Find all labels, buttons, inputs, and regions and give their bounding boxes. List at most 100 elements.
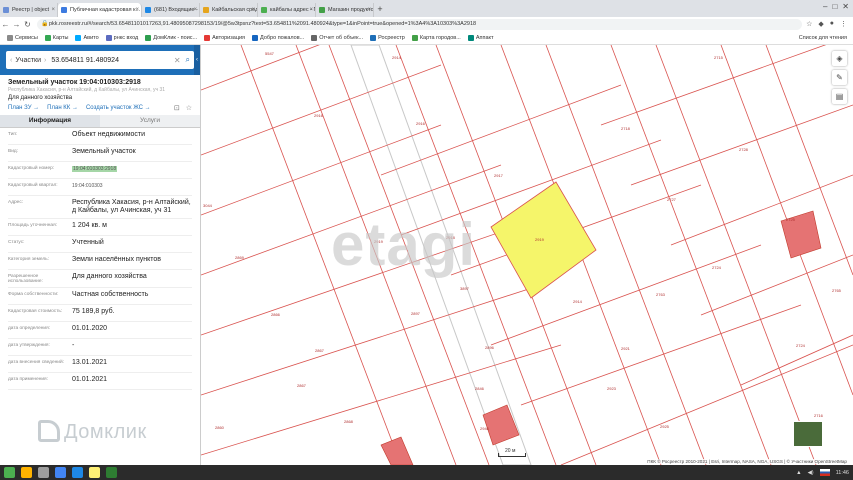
window-controls: – □ ✕ xyxy=(823,2,849,11)
info-row: Разрешенное использование: Для данного хо… xyxy=(8,270,192,288)
close-tab-icon[interactable]: × xyxy=(135,3,139,17)
info-row: Категория земель: Земли населённых пункто… xyxy=(8,253,192,270)
info-key: Площадь уточненная: xyxy=(8,223,58,228)
browser-tab[interactable]: (681) Входящие - Почта Mail.ru× xyxy=(142,3,200,17)
maximize-icon[interactable]: □ xyxy=(832,2,837,11)
parcel-number-label: 2896 xyxy=(485,345,495,350)
tab-information[interactable]: Информация xyxy=(0,115,100,127)
parcel-number-label: 2724 xyxy=(796,343,806,348)
info-value: 01.01.2021 xyxy=(72,376,108,383)
link-plan-kk[interactable]: План КК → xyxy=(47,105,78,111)
close-tab-icon[interactable]: × xyxy=(251,3,255,17)
cadastral-map[interactable]: 5547 2914 2715 2916 2916 2718 2728 2917 3044 2727… xyxy=(201,45,853,465)
info-value: 19:04:010303 xyxy=(72,183,103,189)
bookmark-item[interactable]: Авторизация xyxy=(204,34,245,41)
browser-tab[interactable]: Реестр | object × xyxy=(0,3,58,17)
basemap-switcher[interactable] xyxy=(793,421,823,447)
search-type-select[interactable]: ‹ Участки › xyxy=(10,57,46,64)
search-type-label: Участки xyxy=(15,56,42,64)
info-value[interactable]: 19:04:010303:2918 xyxy=(72,165,192,175)
search-icon[interactable]: ⌕ xyxy=(186,55,190,65)
lock-icon: 🔒 xyxy=(41,20,49,27)
extension-icon[interactable]: ◆ xyxy=(818,20,823,28)
browser-tab[interactable]: Магазин продуктов — 2ГИС× xyxy=(316,3,374,17)
search-input[interactable]: 53.654811 91.480924 xyxy=(51,57,168,64)
taskbar-app-icon[interactable] xyxy=(38,467,49,478)
favorite-icon[interactable]: ☆ xyxy=(186,104,192,112)
close-tab-icon[interactable]: × xyxy=(51,3,55,17)
bookmark-favicon-icon xyxy=(7,34,13,41)
ruler-icon[interactable]: ✎ xyxy=(832,70,847,85)
profile-icon[interactable]: ● xyxy=(830,20,834,28)
bookmark-item[interactable]: ДомКлик - поис... xyxy=(145,34,198,41)
minimize-icon[interactable]: – xyxy=(823,2,827,11)
taskbar-app-icon[interactable] xyxy=(106,467,117,478)
forward-icon[interactable]: → xyxy=(11,20,22,29)
bookmark-item[interactable]: рнкс вход xyxy=(105,34,138,41)
parcel-number-label: 2916 xyxy=(314,113,324,118)
tab-services[interactable]: Услуги xyxy=(100,115,200,127)
close-window-icon[interactable]: ✕ xyxy=(842,2,849,11)
info-value: Для данного хозяйства xyxy=(72,273,147,280)
info-value: 01.01.2020 xyxy=(72,325,108,332)
browser-tab[interactable]: Публичная кадастровая к... × xyxy=(58,3,142,17)
parcel-number-label: 2763 xyxy=(656,292,666,297)
parcel-boundary xyxy=(700,254,853,316)
network-icon[interactable]: ▲ xyxy=(796,470,801,476)
info-key: Кадастровый номер: xyxy=(8,166,55,171)
layers-icon[interactable]: ◈ xyxy=(832,51,847,66)
share-icon[interactable]: ⊡ xyxy=(174,104,180,112)
bookmark-label: Сервисы xyxy=(15,34,38,41)
taskbar-app-icon[interactable] xyxy=(55,467,66,478)
taskbar-app-icon[interactable] xyxy=(4,467,15,478)
bookmark-item[interactable]: Аппакт xyxy=(467,34,493,41)
star-icon[interactable]: ☆ xyxy=(806,20,812,28)
tab-favicon-icon xyxy=(261,7,267,13)
back-arrow-icon[interactable]: ‹ xyxy=(10,57,12,64)
language-flag-icon[interactable] xyxy=(819,469,830,476)
panel-tabs: Информация Услуги xyxy=(0,115,200,128)
print-icon[interactable]: ▤ xyxy=(832,89,847,104)
browser-tab[interactable]: кайбалы адрес - Поиск в G...× xyxy=(258,3,316,17)
clear-icon[interactable]: ✕ xyxy=(174,56,181,65)
bookmark-item[interactable]: Сервисы xyxy=(7,34,38,41)
link-plan-zu[interactable]: План ЗУ → xyxy=(8,105,39,111)
reading-list-button[interactable]: Список для чтения xyxy=(799,31,847,45)
back-icon[interactable]: ← xyxy=(0,20,11,29)
close-tab-icon[interactable]: × xyxy=(309,3,313,17)
parcel-number-label: 2897 xyxy=(411,311,421,316)
reload-icon[interactable]: ↻ xyxy=(22,20,33,29)
taskbar-app-icon[interactable] xyxy=(21,467,32,478)
url-input[interactable]: 🔒 pkk.rosreestr.ru/#/search/53.654811010… xyxy=(37,18,803,30)
search-box[interactable]: ‹ Участки › 53.654811 91.480924 ✕ ⌕ xyxy=(6,51,194,69)
collapse-panel-button[interactable]: ‹ xyxy=(194,45,200,75)
info-key: Категория земель: xyxy=(8,257,50,262)
bookmark-item[interactable]: Карта городов... xyxy=(411,34,461,41)
tab-favicon-icon xyxy=(3,7,9,13)
building xyxy=(380,436,414,465)
taskbar-app-icon[interactable] xyxy=(72,467,83,478)
bookmark-item[interactable]: Авито xyxy=(75,34,99,41)
info-key: Кадастровый квартал: xyxy=(8,183,58,188)
browser-tab[interactable]: Кайбальская средняя шк...× xyxy=(200,3,258,17)
info-rows: Тип: Объект недвижимости Вид: Земельный уча… xyxy=(0,128,200,390)
info-key: Форма собственности: xyxy=(8,292,59,297)
bookmark-label: Отчет об объек... xyxy=(319,34,364,41)
close-tab-icon[interactable]: × xyxy=(193,3,197,17)
new-tab-button[interactable]: + xyxy=(374,3,386,17)
bookmark-label: ДомКлик - поис... xyxy=(153,34,198,41)
parcel-boundary xyxy=(600,45,827,126)
taskbar-app-icon[interactable] xyxy=(89,467,100,478)
bookmark-favicon-icon xyxy=(252,34,259,41)
info-row: дата применения: 01.01.2021 xyxy=(8,373,192,390)
map-canvas[interactable]: 5547 2914 2715 2916 2916 2718 2728 2917 3044 2727… xyxy=(201,45,853,465)
bookmark-item[interactable]: Росреестр xyxy=(370,34,405,41)
bookmark-item[interactable]: Карты xyxy=(44,34,68,41)
link-create-parcel[interactable]: Создать участок ЖС → xyxy=(86,105,151,111)
bookmark-item[interactable]: Добро пожалов... xyxy=(252,34,304,41)
bookmark-item[interactable]: Отчет об объек... xyxy=(311,34,364,41)
close-tab-icon[interactable]: × xyxy=(367,3,371,17)
menu-icon[interactable]: ⋮ xyxy=(840,20,847,28)
bookmark-favicon-icon xyxy=(145,34,152,41)
volume-icon[interactable]: ◀) xyxy=(808,470,814,476)
